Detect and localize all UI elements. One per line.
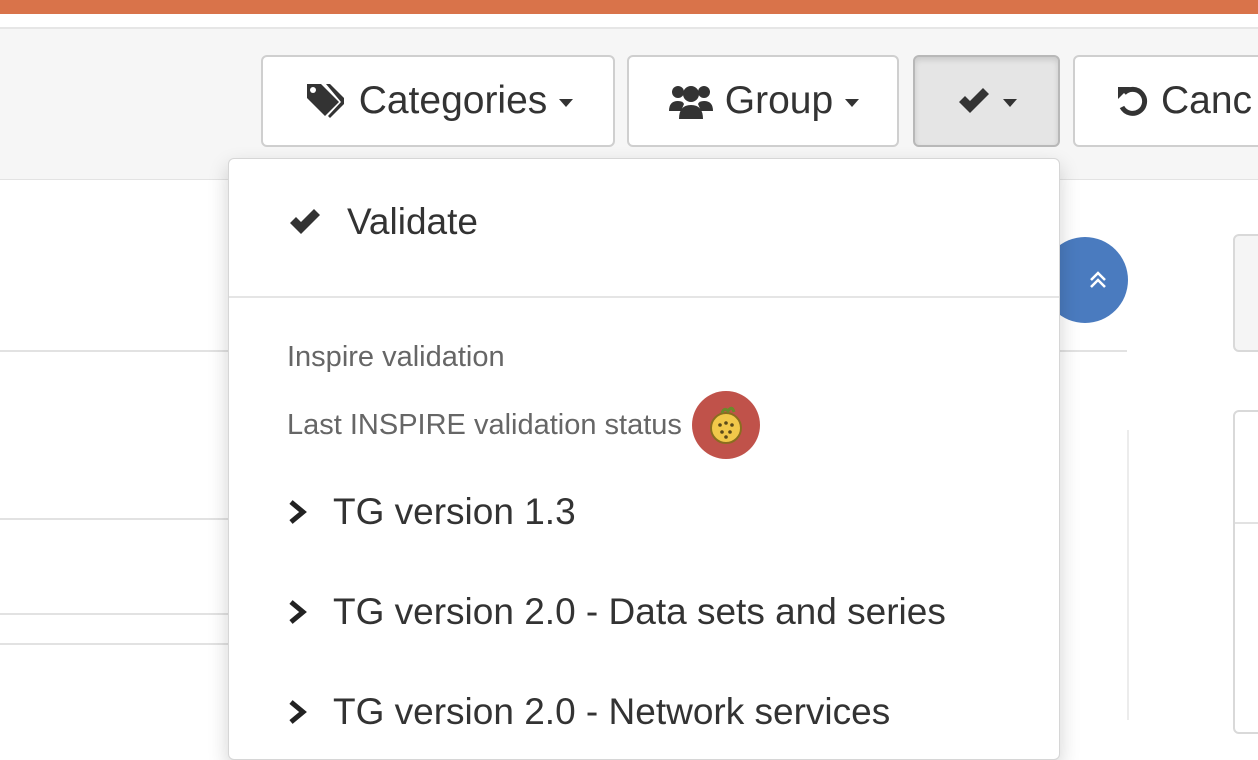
menu-item-label: TG version 2.0 - Data sets and series <box>333 591 946 632</box>
last-validation-status: Last INSPIRE validation status <box>287 391 760 459</box>
group-label: Group <box>724 79 834 122</box>
side-panel <box>1233 234 1258 352</box>
categories-label: Categories <box>358 79 548 122</box>
categories-button[interactable]: Categories <box>261 55 615 147</box>
inspire-validation-header: Inspire validation <box>287 341 505 373</box>
menu-item-label: TG version 2.0 - Network services <box>333 691 891 732</box>
background-divider <box>0 643 228 645</box>
validate-menu-item[interactable]: Validate <box>287 197 478 247</box>
background-divider <box>0 518 228 520</box>
validate-dropdown-button[interactable] <box>913 55 1060 147</box>
validate-label: Validate <box>347 201 478 242</box>
tags-icon <box>303 81 349 121</box>
chevron-right-icon <box>287 599 309 625</box>
background-divider <box>0 613 228 615</box>
tg-version-2-0-datasets-item[interactable]: TG version 2.0 - Data sets and series <box>287 587 946 637</box>
background-divider <box>1127 430 1129 720</box>
caret-down-icon <box>1002 99 1017 107</box>
tg-version-1-3-item[interactable]: TG version 1.3 <box>287 487 576 537</box>
chevron-right-icon <box>287 699 309 725</box>
cancel-label: Canc <box>1161 79 1253 122</box>
caret-down-icon <box>845 99 860 107</box>
users-icon <box>667 81 715 121</box>
menu-divider <box>229 296 1059 298</box>
chevron-right-icon <box>287 499 309 525</box>
cancel-button[interactable]: Canc <box>1073 55 1258 147</box>
status-indicator-icon <box>691 391 760 459</box>
status-label: Last INSPIRE validation status <box>287 408 682 441</box>
double-chevron-up-icon <box>1088 270 1108 290</box>
validate-dropdown-menu: Validate Inspire validation Last INSPIRE… <box>228 158 1060 760</box>
check-icon <box>957 86 991 116</box>
tg-version-2-0-network-services-item[interactable]: TG version 2.0 - Network services <box>287 687 890 737</box>
menu-item-label: TG version 1.3 <box>333 491 576 532</box>
panel-divider <box>1235 522 1258 524</box>
caret-down-icon <box>559 99 574 107</box>
top-accent-bar <box>0 0 1258 14</box>
side-panel <box>1233 410 1258 734</box>
group-button[interactable]: Group <box>627 55 899 147</box>
check-icon <box>287 207 323 237</box>
undo-icon <box>1115 83 1151 119</box>
